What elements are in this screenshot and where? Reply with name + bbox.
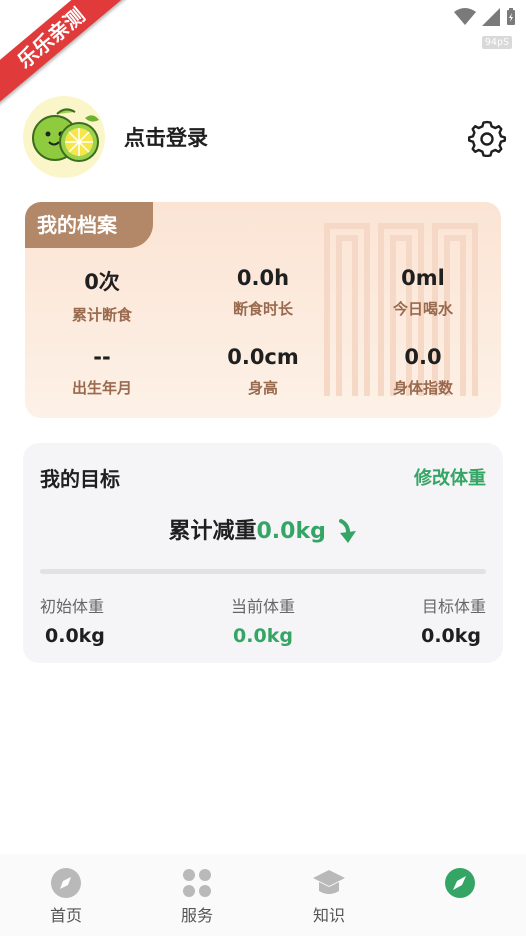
total-loss: 累计减重0.0kg [23,513,503,545]
wifi-icon [454,8,476,25]
system-icons [454,8,516,26]
stat-label: 今日喝水 [392,300,453,318]
profile-card: 我的档案 0次 累计断食 0.0h 断食时长 0ml 今日喝水 -- 出生年月 … [25,202,501,418]
stat-bmi: 0.0 身体指数 [348,345,498,398]
profile-tab-label: 我的档案 [25,202,153,248]
fps-counter: 94pS [481,36,512,49]
target-weight-value: 0.0kg [421,625,481,647]
target-weight-label: 目标体重 [421,597,486,616]
signal-icon [482,8,500,26]
nav-label: 知识 [312,906,345,925]
stat-value: 0次 [84,270,120,294]
nav-label: 首页 [49,906,82,925]
weight-progress-bar [40,569,486,574]
battery-icon [507,8,515,25]
total-loss-label: 累计减重 [168,519,257,544]
stat-fasting-count: 0次 累计断食 [27,266,177,325]
nav-item-knowledge[interactable]: 知识 [289,866,369,926]
goal-card: 我的目标 修改体重 累计减重0.0kg 初始体重 0.0kg 当前体重 0.0k… [23,443,503,663]
stat-value: 0.0cm [227,345,299,369]
nav-label: 服务 [180,906,213,925]
stat-height: 0.0cm 身高 [188,345,338,398]
login-link[interactable]: 点击登录 [124,122,208,152]
target-weight: 目标体重 0.0kg [421,593,486,647]
avatar[interactable] [23,96,105,178]
bottom-nav: 首页 服务 知识 [0,854,526,936]
lime-mascot-icon [32,108,99,162]
goal-title: 我的目标 [40,467,120,491]
nav-item-mine-active[interactable] [420,866,500,902]
gear-icon [468,120,506,158]
compass-active-icon [445,868,475,898]
nav-item-services[interactable]: 服务 [157,866,237,926]
stat-fasting-duration: 0.0h 断食时长 [188,266,338,319]
test-badge-ribbon: 乐乐亲测 [0,0,135,112]
stat-label: 身体指数 [392,379,453,397]
status-bar: 乐乐亲测 94pS [0,0,526,112]
stat-value: -- [93,345,111,369]
stat-label: 累计断食 [71,306,132,324]
edit-weight-button[interactable]: 修改体重 [414,464,486,490]
grid-icon [183,869,211,897]
graduation-cap-icon [313,870,345,894]
total-loss-value: 0.0kg [256,519,326,544]
compass-icon [51,868,81,898]
stat-label: 断食时长 [232,300,293,318]
settings-button[interactable] [468,119,506,158]
stat-value: 0.0 [404,345,442,369]
arrow-down-icon [338,519,356,543]
stat-water-today: 0ml 今日喝水 [348,266,498,319]
stat-value: 0.0h [236,266,290,290]
stat-label: 出生年月 [71,379,132,397]
stat-value: 0ml [401,266,445,290]
stat-birth-date: -- 出生年月 [27,345,177,398]
stat-label: 身高 [247,379,278,397]
nav-item-home[interactable]: 首页 [26,866,106,926]
